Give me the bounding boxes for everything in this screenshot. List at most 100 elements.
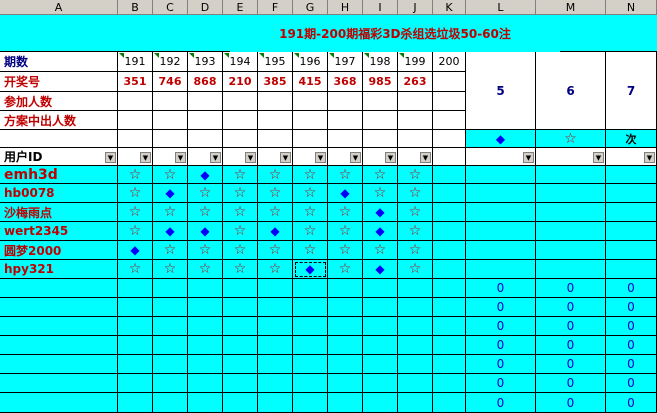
period-cell[interactable]: 200 xyxy=(433,52,466,72)
zero-value-cell[interactable]: 0 xyxy=(466,298,536,317)
star-icon[interactable]: ☆ xyxy=(258,241,293,260)
empty-cell[interactable] xyxy=(606,222,657,241)
star-icon[interactable]: ☆ xyxy=(398,222,433,241)
column-header-c[interactable]: C xyxy=(153,0,188,15)
star-icon[interactable]: ☆ xyxy=(398,241,433,260)
star-icon[interactable]: ☆ xyxy=(258,184,293,203)
empty-cell[interactable] xyxy=(223,279,258,298)
star-icon[interactable]: ☆ xyxy=(153,241,188,260)
empty-cell[interactable] xyxy=(293,92,328,111)
zero-value-cell[interactable]: 0 xyxy=(606,298,657,317)
draw-number-cell[interactable]: 985 xyxy=(363,72,398,92)
period-cell[interactable]: 192 xyxy=(153,52,188,72)
diamond-icon[interactable]: ◆ xyxy=(118,241,153,260)
column-header-i[interactable]: I xyxy=(363,0,398,15)
empty-cell[interactable] xyxy=(433,279,466,298)
empty-cell[interactable] xyxy=(223,374,258,393)
zero-value-cell[interactable]: 0 xyxy=(536,393,606,413)
right-mark-cell[interactable]: 次 xyxy=(606,130,657,148)
empty-cell[interactable] xyxy=(223,317,258,336)
empty-cell[interactable] xyxy=(466,166,536,184)
empty-cell[interactable] xyxy=(293,336,328,355)
zero-value-cell[interactable]: 0 xyxy=(536,279,606,298)
empty-cell[interactable] xyxy=(398,393,433,413)
star-icon[interactable]: ☆ xyxy=(328,222,363,241)
star-icon[interactable]: ☆ xyxy=(363,166,398,184)
empty-cell[interactable] xyxy=(363,355,398,374)
user-id-cell[interactable]: 沙梅雨点 xyxy=(0,203,118,222)
star-icon[interactable]: ☆ xyxy=(118,222,153,241)
empty-cell[interactable] xyxy=(153,355,188,374)
empty-cell[interactable] xyxy=(433,298,466,317)
zero-value-cell[interactable]: 0 xyxy=(536,298,606,317)
empty-cell[interactable] xyxy=(363,279,398,298)
filter-dropdown-button[interactable]: ▼ xyxy=(210,152,221,163)
row-label-numbers[interactable]: 开奖号 xyxy=(0,72,118,92)
empty-cell[interactable] xyxy=(223,355,258,374)
empty-cell[interactable] xyxy=(363,92,398,111)
empty-cell[interactable] xyxy=(223,92,258,111)
empty-cell[interactable] xyxy=(433,317,466,336)
empty-cell[interactable] xyxy=(433,260,466,279)
star-icon[interactable]: ☆ xyxy=(398,184,433,203)
empty-cell[interactable] xyxy=(258,111,293,130)
column-header-e[interactable]: E xyxy=(223,0,258,15)
star-icon[interactable]: ☆ xyxy=(293,203,328,222)
empty-cell[interactable] xyxy=(223,336,258,355)
empty-cell[interactable] xyxy=(153,279,188,298)
empty-cell[interactable] xyxy=(153,374,188,393)
star-icon[interactable]: ☆ xyxy=(293,184,328,203)
zero-value-cell[interactable]: 0 xyxy=(536,317,606,336)
empty-cell[interactable] xyxy=(398,111,433,130)
empty-cell[interactable] xyxy=(153,393,188,413)
empty-cell[interactable] xyxy=(118,130,153,148)
user-id-cell[interactable]: 圆梦2000 xyxy=(0,241,118,260)
zero-value-cell[interactable]: 0 xyxy=(466,374,536,393)
filter-cell[interactable] xyxy=(433,148,466,166)
empty-cell[interactable] xyxy=(433,374,466,393)
star-icon[interactable]: ☆ xyxy=(363,184,398,203)
empty-cell[interactable] xyxy=(398,130,433,148)
empty-cell[interactable] xyxy=(258,92,293,111)
zero-value-cell[interactable]: 0 xyxy=(536,355,606,374)
empty-cell[interactable] xyxy=(153,92,188,111)
diamond-icon[interactable]: ◆ xyxy=(188,166,223,184)
empty-cell[interactable] xyxy=(606,203,657,222)
empty-cell[interactable] xyxy=(188,355,223,374)
star-icon[interactable]: ☆ xyxy=(328,241,363,260)
empty-cell[interactable] xyxy=(433,203,466,222)
draw-number-cell[interactable]: 210 xyxy=(223,72,258,92)
draw-number-cell[interactable]: 415 xyxy=(293,72,328,92)
star-icon[interactable]: ☆ xyxy=(118,166,153,184)
empty-cell[interactable] xyxy=(398,279,433,298)
diamond-icon[interactable]: ◆ xyxy=(153,184,188,203)
filter-dropdown-button[interactable]: ▼ xyxy=(280,152,291,163)
empty-cell[interactable] xyxy=(258,279,293,298)
column-header-b[interactable]: B xyxy=(118,0,153,15)
empty-cell[interactable] xyxy=(466,184,536,203)
filter-dropdown-button[interactable]: ▼ xyxy=(385,152,396,163)
star-icon[interactable]: ☆ xyxy=(328,166,363,184)
empty-cell[interactable] xyxy=(258,374,293,393)
empty-cell[interactable] xyxy=(433,355,466,374)
empty-cell[interactable] xyxy=(293,355,328,374)
empty-cell[interactable] xyxy=(188,111,223,130)
empty-cell[interactable] xyxy=(293,130,328,148)
period-cell[interactable]: 194 xyxy=(223,52,258,72)
empty-cell[interactable] xyxy=(433,92,466,111)
empty-cell[interactable] xyxy=(223,130,258,148)
empty-cell[interactable] xyxy=(118,92,153,111)
star-icon[interactable]: ☆ xyxy=(223,184,258,203)
star-icon[interactable]: ☆ xyxy=(153,260,188,279)
empty-cell[interactable] xyxy=(433,393,466,413)
draw-number-cell[interactable]: 868 xyxy=(188,72,223,92)
draw-number-cell[interactable]: 368 xyxy=(328,72,363,92)
empty-cell[interactable] xyxy=(606,184,657,203)
empty-cell[interactable] xyxy=(188,317,223,336)
empty-cell[interactable] xyxy=(328,298,363,317)
filter-dropdown-button[interactable]: ▼ xyxy=(420,152,431,163)
empty-cell[interactable] xyxy=(0,355,118,374)
empty-cell[interactable] xyxy=(258,317,293,336)
empty-cell[interactable] xyxy=(188,336,223,355)
zero-value-cell[interactable]: 0 xyxy=(466,279,536,298)
